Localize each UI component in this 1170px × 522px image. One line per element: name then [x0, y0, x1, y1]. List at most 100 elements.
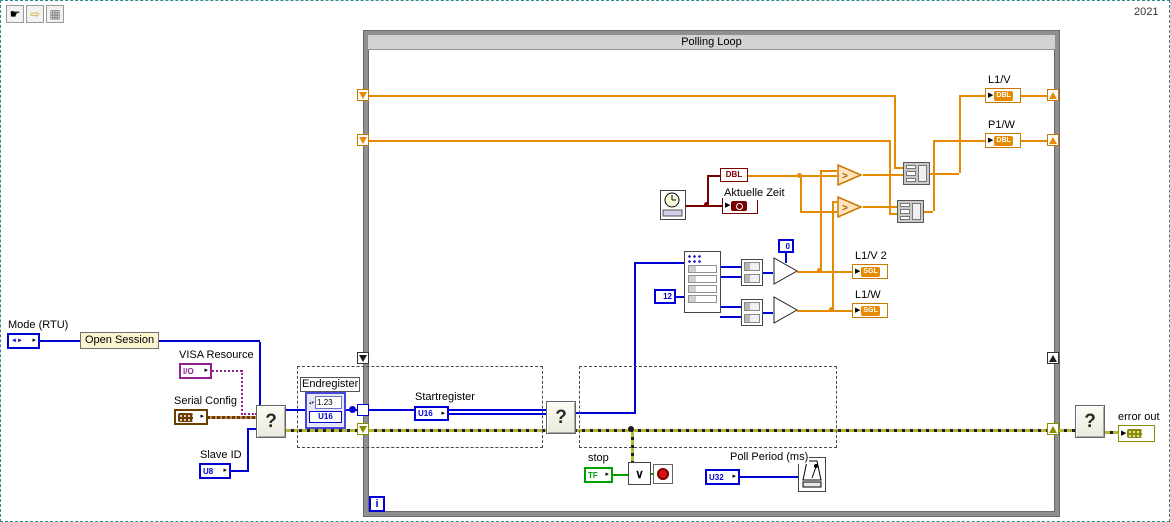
control-arrow-icon: ▸ [223, 467, 227, 474]
read-registers-subvi[interactable]: ? [546, 401, 576, 434]
wire-join2-out [763, 312, 773, 314]
control-arrow-icon: ▸ [732, 473, 736, 480]
wire-time [707, 205, 722, 207]
to-double-conversion[interactable]: DBL [720, 168, 748, 182]
wire-l1w-value [797, 310, 852, 312]
shift-register-right-p1w[interactable] [1047, 134, 1059, 146]
slave-id-terminal[interactable]: U8 ▸ [199, 463, 231, 479]
indicator-arrow-icon: ▶ [988, 136, 994, 144]
endregister-value[interactable]: 1.23 [315, 396, 342, 409]
selection-rect-right [579, 366, 837, 448]
wire-bundle2-out [933, 140, 985, 142]
wire-l1v-history [369, 95, 894, 97]
wire-mode [259, 342, 261, 405]
mode-label: Mode (RTU) [7, 319, 70, 332]
shift-register-left-l1v[interactable] [357, 89, 369, 101]
timestamp-icon [731, 201, 748, 211]
shift-register-left-error[interactable] [357, 423, 369, 435]
indicator-arrow-icon: ▶ [725, 202, 731, 209]
poll-period-terminal[interactable]: U32 ▸ [705, 469, 740, 485]
tunnel-register-in[interactable] [357, 404, 369, 416]
constant-12-value: 12 [663, 292, 672, 301]
open-session-subvi[interactable]: ? [256, 405, 286, 438]
wire-index-out-4 [720, 316, 741, 318]
spinner-icon[interactable]: ▴▾ [309, 396, 314, 409]
shift-register-right-aux[interactable] [1047, 352, 1059, 364]
wire-index-out-3 [720, 306, 741, 308]
hand-tool-icon[interactable]: ☛ [6, 5, 24, 23]
mode-terminal[interactable]: ◄► ▸ [7, 333, 40, 349]
shift-register-left-aux[interactable] [357, 352, 369, 364]
wire-p1w-history [889, 140, 891, 213]
or-node[interactable]: ∨ [628, 462, 651, 485]
convert-node-1[interactable] [773, 257, 799, 285]
p1w-type: DBL [994, 135, 1013, 146]
wire-join1-out [763, 272, 773, 274]
year-badge: 2021 [1134, 6, 1159, 18]
wire-p1w-history [369, 140, 889, 142]
shift-register-left-p1w[interactable] [357, 134, 369, 146]
shift-register-up-icon [1049, 91, 1057, 99]
l1v-terminal[interactable]: ▶ DBL [985, 88, 1021, 103]
question-glyph: ? [555, 406, 567, 428]
bundle-node-2[interactable] [897, 200, 924, 223]
join-numbers-node-1[interactable] [741, 259, 763, 286]
shift-register-right-error[interactable] [1047, 423, 1059, 435]
startregister-terminal[interactable]: U16 ▸ [414, 406, 449, 421]
wire-bundle1-out [959, 95, 985, 97]
question-glyph: ? [265, 410, 277, 432]
greater-node-2[interactable]: > [837, 195, 863, 219]
l1v2-label: L1/V 2 [854, 250, 888, 263]
error-cluster-icon [1127, 429, 1143, 438]
wire-l1v2-value [820, 170, 837, 172]
shift-register-up-icon [1049, 354, 1057, 362]
indicator-arrow-icon: ▶ [855, 306, 861, 314]
join-numbers-node-2[interactable] [741, 299, 763, 326]
open-session-node[interactable]: Open Session [80, 332, 160, 349]
constant-0[interactable]: 0 [778, 239, 794, 253]
error-out-terminal[interactable]: ▶ [1118, 425, 1155, 442]
wire-l1w-value [832, 202, 834, 310]
p1w-terminal[interactable]: ▶ DBL [985, 133, 1021, 148]
bundle-node-1[interactable] [903, 162, 930, 185]
get-date-time-node[interactable] [660, 190, 686, 220]
shift-register-up-icon [1049, 136, 1057, 144]
or-glyph: ∨ [635, 466, 644, 481]
run-arrow-icon[interactable]: ⇨ [26, 5, 44, 23]
shift-register-right-l1v[interactable] [1047, 89, 1059, 101]
iteration-glyph: i [375, 498, 379, 510]
endregister-control[interactable]: ▴▾ 1.23 U16 [305, 392, 346, 429]
index-array-node[interactable] [684, 251, 721, 313]
wire-time-double [800, 175, 802, 212]
iteration-terminal[interactable]: i [369, 496, 385, 512]
visa-type: I/O [183, 366, 194, 376]
visa-resource-terminal[interactable]: I/O ▸ [179, 363, 212, 379]
l1v2-terminal[interactable]: ▶ SGL [852, 264, 888, 279]
constant-12[interactable]: 12 [654, 289, 676, 304]
wire-comp1-out [863, 174, 903, 176]
stop-if-true-icon [657, 468, 669, 480]
serial-config-terminal[interactable]: ▸ [174, 409, 208, 425]
greater-node-1[interactable]: > [837, 163, 863, 187]
close-session-subvi[interactable]: ? [1075, 405, 1105, 438]
clock-icon [662, 192, 683, 217]
control-arrow-icon: ▸ [605, 471, 609, 478]
run-glyph: ⇨ [29, 7, 41, 21]
endregister-type: U16 [309, 411, 342, 423]
convert-node-2[interactable] [773, 296, 799, 324]
constant-0-value: 0 [785, 241, 790, 251]
l1v-label: L1/V [987, 74, 1012, 87]
loop-condition-terminal[interactable] [653, 464, 673, 484]
aktuelle-zeit-terminal[interactable]: ▶ [722, 198, 758, 214]
wire-index-out-2 [720, 276, 741, 278]
greater-glyph: > [842, 203, 848, 214]
l1w-terminal[interactable]: ▶ SGL [852, 303, 888, 318]
stop-terminal[interactable]: TF ▸ [584, 467, 613, 483]
shift-register-up-icon [1049, 425, 1057, 433]
wire-p1w-history [889, 213, 897, 215]
wire-comp2-out [863, 206, 897, 208]
question-glyph: ? [1084, 410, 1096, 432]
stop-type: TF [588, 470, 598, 480]
wire-time [707, 175, 720, 177]
grid-tool-icon[interactable]: ▦ [46, 5, 64, 23]
